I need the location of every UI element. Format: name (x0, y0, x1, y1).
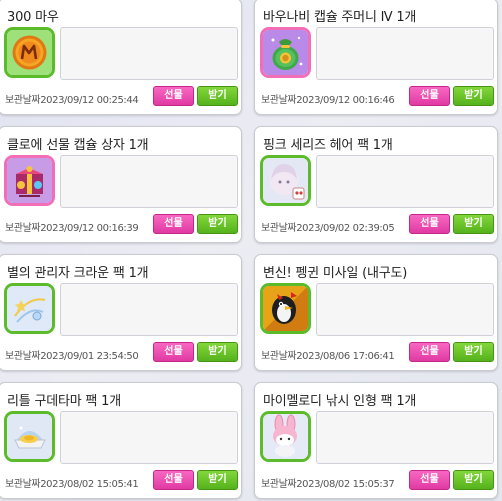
item-message-box (60, 155, 238, 208)
little-gudetama-pack-icon (4, 411, 55, 462)
gift-button[interactable]: 선물 (153, 470, 194, 490)
item-title: 300 마우 (7, 10, 59, 25)
item-message-box (316, 411, 494, 464)
receive-button[interactable]: 받기 (453, 342, 494, 362)
gift-button[interactable]: 선물 (153, 342, 194, 362)
stored-date: 보관날짜2023/08/02 15:05:41 (5, 479, 139, 490)
item-title: 바우나비 캡슐 주머니 Ⅳ 1개 (263, 10, 417, 25)
item-title: 리틀 구데타마 팩 1개 (7, 394, 121, 409)
item-card: 변신! 펭귄 미사일 (내구도) 보관날짜2023/08/06 17:06:41… (254, 254, 498, 371)
receive-button[interactable]: 받기 (453, 86, 494, 106)
item-message-box (316, 283, 494, 336)
stored-date: 보관날짜2023/09/12 00:25:44 (5, 95, 139, 106)
item-card: 마이멜로디 낚시 인형 팩 1개 보관날짜2023/08/02 15:05:37… (254, 382, 498, 499)
item-message-box (60, 283, 238, 336)
item-title: 마이멜로디 낚시 인형 팩 1개 (263, 394, 417, 409)
item-card: 바우나비 캡슐 주머니 Ⅳ 1개 보관날짜2023/09/12 00:16:46… (254, 0, 498, 115)
item-title: 핑크 세리즈 헤어 팩 1개 (263, 138, 393, 153)
item-title: 변신! 펭귄 미사일 (내구도) (263, 266, 408, 281)
item-card: 리틀 구데타마 팩 1개 보관날짜2023/08/02 15:05:41 선물 … (0, 382, 242, 499)
stored-date: 보관날짜2023/09/01 23:54:50 (5, 351, 139, 362)
gift-capsule-box-icon (4, 155, 55, 206)
receive-button[interactable]: 받기 (197, 470, 238, 490)
item-message-box (316, 155, 494, 208)
item-title: 클로에 선물 캡슐 상자 1개 (7, 138, 149, 153)
stored-date: 보관날짜2023/09/12 00:16:39 (5, 223, 139, 234)
item-card: 300 마우 보관날짜2023/09/12 00:25:44 선물 받기 (0, 0, 242, 115)
item-message-box (60, 27, 238, 80)
receive-button[interactable]: 받기 (197, 342, 238, 362)
gift-button[interactable]: 선물 (409, 342, 450, 362)
item-message-box (316, 27, 494, 80)
item-title: 별의 관리자 크라운 팩 1개 (7, 266, 149, 281)
stored-date: 보관날짜2023/09/02 02:39:05 (261, 223, 395, 234)
star-crown-pack-icon (4, 283, 55, 334)
item-card: 별의 관리자 크라운 팩 1개 보관날짜2023/09/01 23:54:50 … (0, 254, 242, 371)
penguin-missile-icon (260, 283, 311, 334)
receive-button[interactable]: 받기 (453, 470, 494, 490)
mau-coin-icon (4, 27, 55, 78)
capsule-pouch-icon (260, 27, 311, 78)
gift-button[interactable]: 선물 (153, 214, 194, 234)
stored-date: 보관날짜2023/08/06 17:06:41 (261, 351, 395, 362)
pink-hair-pack-icon (260, 155, 311, 206)
gift-button[interactable]: 선물 (409, 214, 450, 234)
gift-button[interactable]: 선물 (153, 86, 194, 106)
receive-button[interactable]: 받기 (197, 214, 238, 234)
gift-button[interactable]: 선물 (409, 86, 450, 106)
stored-date: 보관날짜2023/08/02 15:05:37 (261, 479, 395, 490)
receive-button[interactable]: 받기 (197, 86, 238, 106)
stored-date: 보관날짜2023/09/12 00:16:46 (261, 95, 395, 106)
receive-button[interactable]: 받기 (453, 214, 494, 234)
gift-button[interactable]: 선물 (409, 470, 450, 490)
item-message-box (60, 411, 238, 464)
item-card: 핑크 세리즈 헤어 팩 1개 보관날짜2023/09/02 02:39:05 선… (254, 126, 498, 243)
item-card: 클로에 선물 캡슐 상자 1개 보관날짜2023/09/12 00:16:39 … (0, 126, 242, 243)
my-melody-fishing-doll-icon (260, 411, 311, 462)
